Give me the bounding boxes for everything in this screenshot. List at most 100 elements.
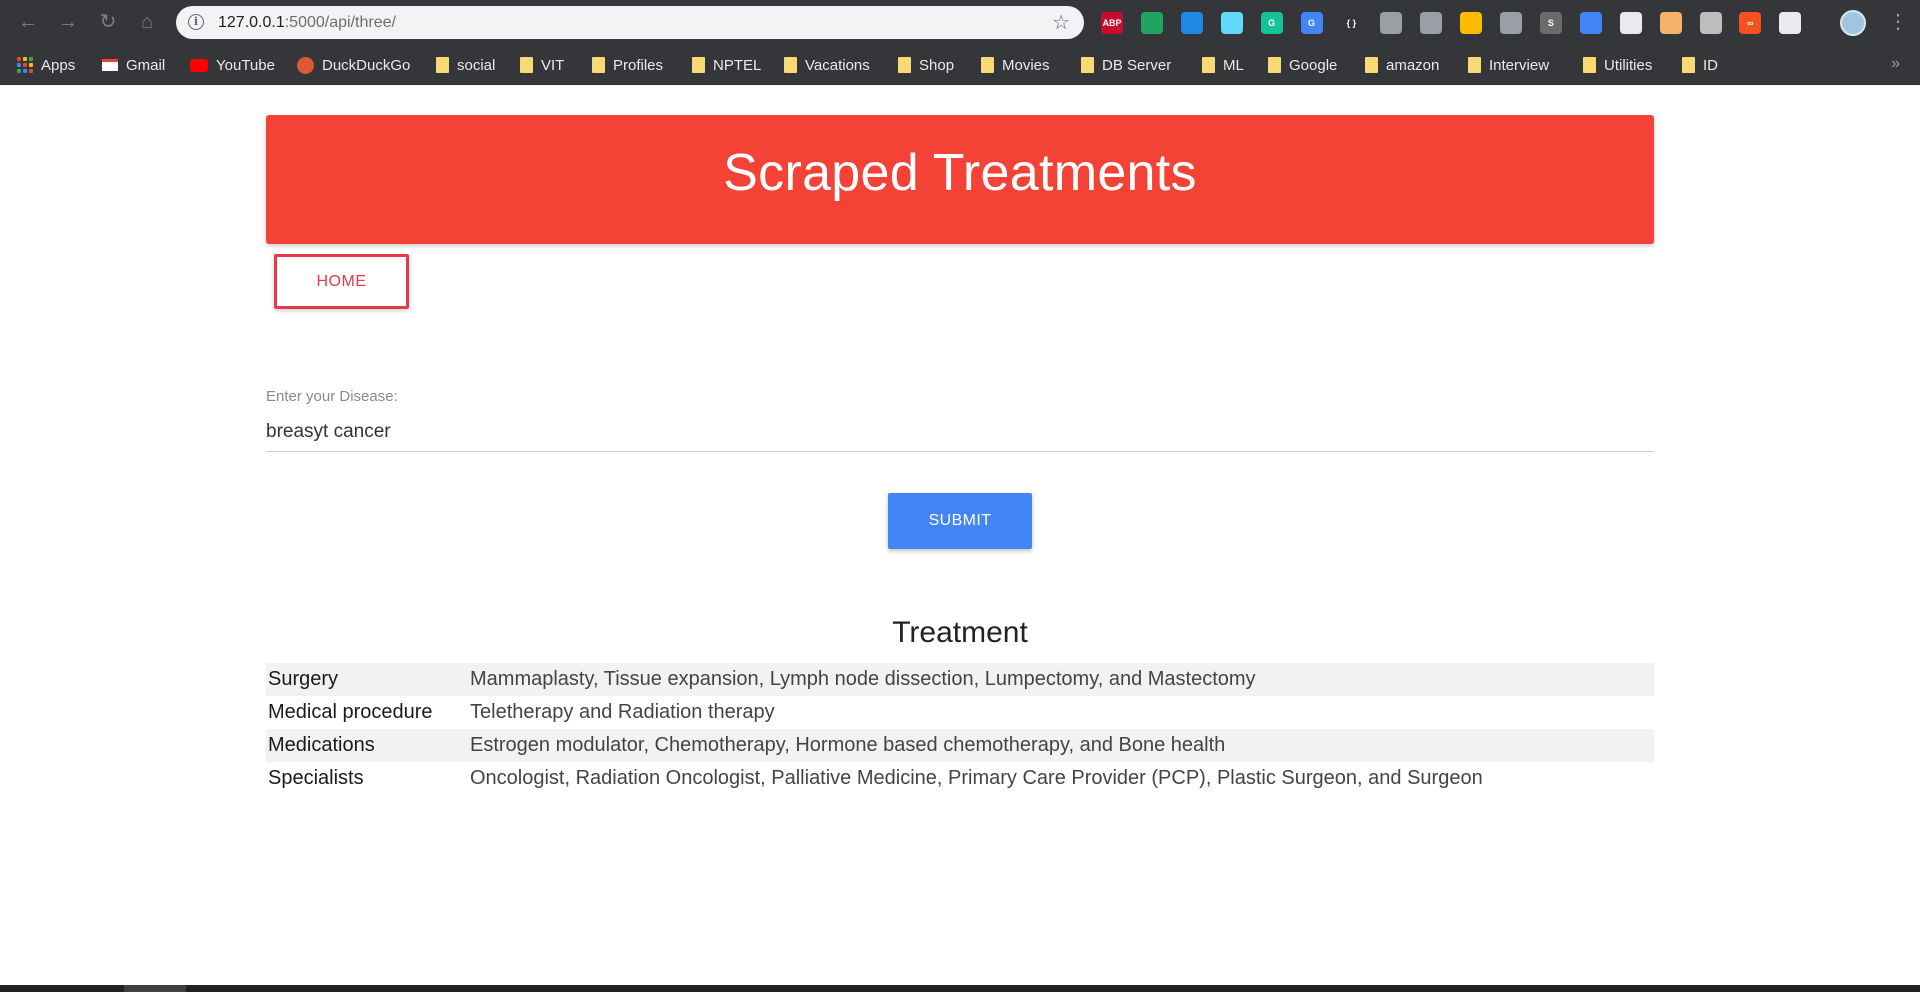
- bookmark-shop[interactable]: Shop: [898, 54, 954, 76]
- menu-kebab-icon[interactable]: ⋮: [1888, 10, 1908, 36]
- infinity-extension-icon[interactable]: ∞: [1739, 12, 1762, 34]
- bookmark-label: DB Server: [1102, 56, 1172, 74]
- treatment-row: Surgery Mammaplasty, Tissue expansion, Ly…: [266, 663, 1654, 696]
- treatment-category: Medical procedure: [268, 701, 433, 723]
- bookmark-label: Shop: [919, 56, 955, 74]
- adblock-plus-icon[interactable]: ABP: [1101, 12, 1123, 34]
- url-host: 127.0.0.1: [218, 14, 285, 31]
- bookmark-label: VIT: [541, 56, 565, 74]
- address-bar[interactable]: i 127.0.0.1:5000/api/three/ ☆: [176, 6, 1084, 39]
- forward-arrow-icon[interactable]: →: [56, 10, 80, 34]
- bookmarks-overflow-icon[interactable]: »: [1891, 55, 1900, 73]
- note-extension-icon[interactable]: [1699, 12, 1722, 34]
- treatment-items: Oncologist, Radiation Oncologist, Pallia…: [470, 767, 1483, 789]
- bookmark-interview[interactable]: Interview: [1468, 54, 1549, 76]
- bookmark-youtube[interactable]: YouTube: [190, 54, 275, 76]
- pen-extension-icon[interactable]: [1619, 12, 1642, 34]
- home-icon[interactable]: ⌂: [135, 10, 159, 34]
- treatment-items: Estrogen modulator, Chemotherapy, Hormon…: [470, 734, 1226, 756]
- folder-icon: [898, 57, 911, 73]
- disease-field-label: Enter your Disease:: [266, 388, 398, 405]
- s-extension-icon[interactable]: S: [1539, 12, 1562, 34]
- youtube-icon: [190, 58, 208, 72]
- bookmark-db-server[interactable]: DB Server: [1081, 54, 1171, 76]
- bookmark-label: Gmail: [126, 56, 166, 74]
- folder-icon: [592, 57, 605, 73]
- chart-extension-icon[interactable]: [1659, 12, 1682, 34]
- bookmark-duckduckgo[interactable]: DuckDuckGo: [297, 54, 410, 76]
- apps-grid-icon: [17, 57, 33, 73]
- treatment-category: Specialists: [268, 767, 364, 789]
- address-url[interactable]: 127.0.0.1:5000/api/three/: [218, 14, 396, 32]
- green-extension-icon[interactable]: [1140, 12, 1163, 34]
- blue-extension-icon[interactable]: [1180, 12, 1203, 34]
- google-translate-icon[interactable]: G: [1300, 12, 1323, 34]
- submit-button[interactable]: SUBMIT: [888, 493, 1032, 549]
- treatment-items: Mammaplasty, Tissue expansion, Lymph nod…: [470, 668, 1256, 690]
- profile-avatar[interactable]: [1840, 10, 1866, 36]
- folder-icon: [436, 57, 449, 73]
- grammarly-icon[interactable]: G: [1260, 12, 1283, 34]
- bottom-tab: [124, 985, 186, 992]
- bookmark-vacations[interactable]: Vacations: [784, 54, 870, 76]
- folder-icon: [1202, 57, 1215, 73]
- sync-extension-icon[interactable]: [1579, 12, 1602, 34]
- bookmark-label: social: [457, 56, 496, 74]
- folder-icon: [981, 57, 994, 73]
- star-extension-icon[interactable]: [1460, 12, 1483, 34]
- home-button[interactable]: HOME: [274, 254, 409, 309]
- bottom-bar: [0, 985, 1920, 992]
- reload-icon[interactable]: ↻: [96, 10, 120, 34]
- bookmark-label: Apps: [41, 56, 76, 74]
- browser-toolbar: ← → ↻ ⌂ i 127.0.0.1:5000/api/three/ ☆ AB…: [0, 0, 1920, 45]
- treatment-category: Surgery: [268, 668, 339, 690]
- treatment-heading: Treatment: [892, 616, 1028, 649]
- folder-icon: [520, 57, 533, 73]
- react-devtools-icon[interactable]: [1220, 12, 1243, 34]
- treatment-row: Medications Estrogen modulator, Chemother…: [266, 729, 1654, 762]
- bookmark-apps[interactable]: Apps: [17, 54, 75, 76]
- json-formatter-icon[interactable]: { }: [1340, 12, 1363, 34]
- folder-icon: [1365, 57, 1378, 73]
- bookmark-label: DuckDuckGo: [322, 56, 411, 74]
- treatment-row: Medical procedure Teletherapy and Radiati…: [266, 696, 1654, 729]
- bookmark-profiles[interactable]: Profiles: [592, 54, 663, 76]
- header-card: Scraped Treatments: [266, 115, 1654, 244]
- gmail-icon: [102, 59, 118, 71]
- treatment-row: Specialists Oncologist, Radiation Oncolog…: [266, 762, 1654, 795]
- duckduckgo-icon: [297, 56, 314, 74]
- url-path: :5000/api/three/: [284, 14, 396, 31]
- bookmark-star-icon[interactable]: ☆: [1052, 10, 1070, 35]
- bookmark-label: Movies: [1002, 56, 1050, 74]
- bookmark-vit[interactable]: VIT: [520, 54, 564, 76]
- bookmark-label: YouTube: [216, 56, 275, 74]
- folder-icon: [1081, 57, 1094, 73]
- github-extension-icon[interactable]: [1779, 12, 1802, 34]
- bookmark-google[interactable]: Google: [1268, 54, 1337, 76]
- bookmark-utilities[interactable]: Utilities: [1583, 54, 1652, 76]
- bookmark-ml[interactable]: ML: [1202, 54, 1244, 76]
- folder-icon: [1468, 57, 1481, 73]
- bookmark-nptel[interactable]: NPTEL: [692, 54, 761, 76]
- site-info-icon[interactable]: i: [188, 14, 204, 30]
- bookmark-label: Utilities: [1604, 56, 1653, 74]
- bookmark-label: Google: [1289, 56, 1338, 74]
- bookmark-movies[interactable]: Movies: [981, 54, 1050, 76]
- bookmark-label: Profiles: [613, 56, 664, 74]
- bookmark-social[interactable]: social: [436, 54, 495, 76]
- bookmark-id[interactable]: ID: [1682, 54, 1718, 76]
- bookmark-label: ID: [1703, 56, 1718, 74]
- bookmark-amazon[interactable]: amazon: [1365, 54, 1439, 76]
- bookmark-label: amazon: [1386, 56, 1440, 74]
- settings-extension-icon[interactable]: [1420, 12, 1443, 34]
- bookmark-label: Vacations: [805, 56, 870, 74]
- disease-input[interactable]: [266, 412, 1654, 452]
- folder-icon: [692, 57, 705, 73]
- lightbulb-extension-icon[interactable]: [1500, 12, 1522, 34]
- mail-extension-icon[interactable]: [1380, 12, 1403, 34]
- treatment-table: Surgery Mammaplasty, Tissue expansion, Ly…: [266, 663, 1654, 795]
- bookmark-label: ML: [1223, 56, 1244, 74]
- bookmark-gmail[interactable]: Gmail: [102, 54, 165, 76]
- folder-icon: [1268, 57, 1281, 73]
- back-arrow-icon[interactable]: ←: [16, 10, 40, 34]
